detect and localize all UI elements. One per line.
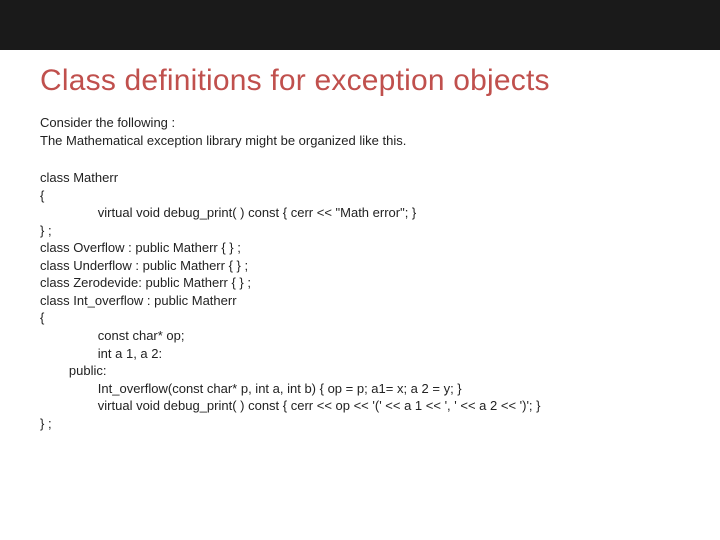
- slide-content: Class definitions for exception objects …: [0, 50, 720, 432]
- code-block: class Matherr { virtual void debug_print…: [40, 169, 680, 432]
- top-bar: [0, 0, 720, 50]
- intro-text: Consider the following : The Mathematica…: [40, 114, 680, 149]
- intro-line-2: The Mathematical exception library might…: [40, 132, 680, 150]
- slide-title: Class definitions for exception objects: [40, 64, 680, 98]
- intro-line-1: Consider the following :: [40, 114, 680, 132]
